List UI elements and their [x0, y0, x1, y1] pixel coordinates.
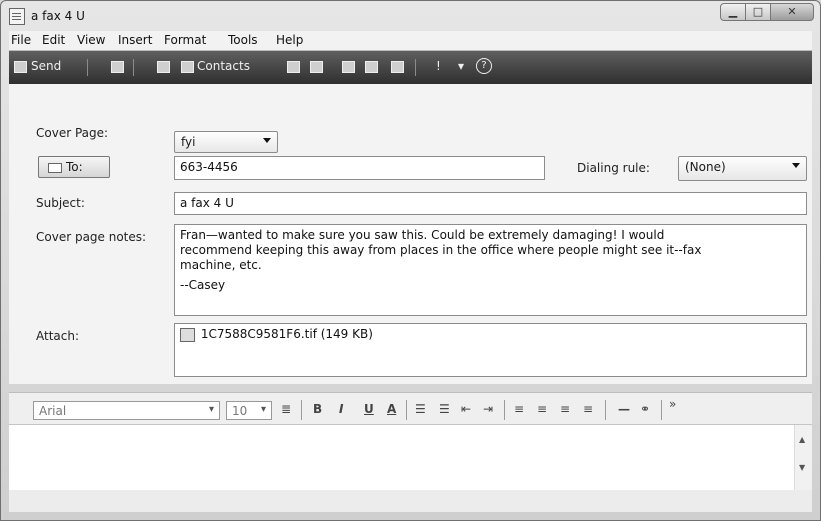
numbered-list-icon[interactable]: ☰ [415, 402, 426, 416]
align-left-icon[interactable]: ≡ [514, 402, 524, 416]
scan-icon[interactable] [310, 61, 323, 73]
send-icon [14, 61, 27, 73]
cover-page-icon[interactable] [157, 61, 170, 73]
toolbar-separator [415, 59, 416, 76]
fax-app-icon [9, 8, 25, 25]
minimize-icon: ▁ [728, 5, 738, 18]
to-button[interactable]: To: [38, 156, 110, 178]
dialing-rule-label: Dialing rule: [577, 161, 650, 175]
save-icon[interactable] [111, 61, 124, 73]
cover-page-notes-label: Cover page notes: [36, 230, 147, 244]
cover-page-notes-field[interactable]: Fran—wanted to make sure you saw this. C… [174, 224, 807, 316]
hyperlink-icon[interactable]: ⚭ [640, 402, 650, 416]
dialing-rule-value: (None) [685, 160, 726, 174]
font-size-select[interactable]: 10 ▾ [226, 401, 272, 420]
align-right-icon[interactable]: ≡ [560, 402, 570, 416]
menu-format[interactable]: Format [164, 33, 206, 47]
format-separator [661, 400, 662, 420]
send-button[interactable]: Send [31, 59, 61, 73]
increase-indent-icon[interactable]: ⇥ [483, 402, 493, 416]
toolbar-separator [133, 59, 134, 76]
fax-form: Cover Page: fyi To: 663-4456 Dialing rul… [9, 84, 812, 384]
subject-label: Subject: [36, 196, 85, 210]
menu-bar: File Edit View Insert Format Tools Help [9, 31, 812, 51]
font-name: Arial [39, 404, 67, 418]
italic-button[interactable]: I [339, 402, 343, 416]
cover-page-select[interactable]: fyi [174, 131, 278, 153]
format-toolbar: Arial ▾ 10 ▾ ≣ B I U A ☰ ☰ ⇤ ⇥ ≡ ≡ ≡ ≡ —… [9, 392, 812, 425]
menu-file[interactable]: File [11, 33, 31, 47]
attachments-box[interactable]: 1C7588C9581F6.tif (149 KB) [174, 323, 807, 377]
subject-field[interactable]: a fax 4 U [174, 192, 807, 215]
underline-button[interactable]: U [364, 402, 374, 416]
format-separator [301, 400, 302, 420]
format-separator [605, 400, 606, 420]
decrease-indent-icon[interactable]: ⇤ [461, 402, 471, 416]
menu-insert[interactable]: Insert [118, 33, 152, 47]
toolbar-separator [87, 59, 88, 76]
vertical-scrollbar[interactable]: ▲ ▼ [794, 425, 812, 491]
attachment-item[interactable]: 1C7588C9581F6.tif (149 KB) [201, 327, 373, 341]
font-select[interactable]: Arial ▾ [33, 401, 220, 420]
contact-card-icon [48, 163, 62, 173]
justify-icon[interactable]: ≡ [583, 402, 593, 416]
status-bar [9, 490, 812, 512]
notes-line: machine, etc. [180, 258, 262, 272]
to-field[interactable]: 663-4456 [174, 156, 545, 180]
align-center-icon[interactable]: ≡ [537, 402, 547, 416]
format-separator [504, 400, 505, 420]
minimize-button[interactable]: ▁ [720, 3, 746, 21]
message-body[interactable]: ▲ ▼ [9, 424, 812, 492]
maximize-icon: □ [752, 5, 764, 18]
toolbar-overflow-button[interactable]: » [669, 397, 676, 411]
contacts-icon [181, 61, 194, 73]
main-toolbar: Send Contacts ! ▾ ? [9, 51, 812, 84]
page-icon[interactable] [391, 61, 404, 73]
priority-button[interactable]: ! [436, 59, 441, 73]
notes-line: recommend keeping this away from places … [180, 243, 702, 257]
cover-page-label: Cover Page: [36, 126, 109, 140]
priority-dropdown-icon[interactable]: ▾ [458, 59, 464, 73]
bold-button[interactable]: B [313, 402, 322, 416]
to-button-label: To: [66, 160, 83, 174]
contacts-button[interactable]: Contacts [197, 59, 250, 73]
menu-tools[interactable]: Tools [228, 33, 258, 47]
attach-label: Attach: [36, 329, 80, 343]
menu-help[interactable]: Help [276, 33, 303, 47]
format-separator [406, 400, 407, 420]
chevron-down-icon: ▾ [260, 404, 266, 415]
cover-page-value: fyi [181, 135, 196, 149]
font-color-button[interactable]: A [387, 402, 396, 416]
font-size: 10 [232, 404, 248, 418]
help-button[interactable]: ? [476, 58, 492, 74]
chevron-down-icon [263, 138, 271, 143]
close-icon: ✕ [787, 5, 797, 18]
bulleted-list-icon[interactable]: ☰ [439, 402, 450, 416]
insert-picture-icon[interactable] [365, 61, 378, 73]
image-file-icon [180, 327, 195, 342]
scroll-down-icon[interactable]: ▼ [799, 463, 805, 472]
dialing-rule-select[interactable]: (None) [678, 156, 807, 181]
menu-view[interactable]: View [77, 33, 105, 47]
table-icon[interactable] [287, 61, 300, 73]
notes-line: Fran—wanted to make sure you saw this. C… [180, 228, 665, 242]
fax-window: a fax 4 U ▁ □ ✕ File Edit View Insert Fo… [0, 0, 821, 521]
attach-icon[interactable] [342, 61, 355, 73]
window-title: a fax 4 U [31, 9, 85, 23]
scroll-up-icon[interactable]: ▲ [799, 435, 805, 444]
title-bar[interactable]: a fax 4 U ▁ □ ✕ [1, 1, 820, 31]
chevron-down-icon [792, 163, 800, 168]
horizontal-line-icon[interactable]: — [618, 402, 630, 416]
notes-signature: --Casey [180, 278, 226, 292]
menu-edit[interactable]: Edit [42, 33, 65, 47]
paragraph-style-icon[interactable]: ≣ [281, 402, 291, 416]
close-button[interactable]: ✕ [770, 3, 814, 21]
chevron-down-icon: ▾ [208, 404, 214, 415]
window-controls: ▁ □ ✕ [720, 3, 814, 21]
maximize-button[interactable]: □ [745, 3, 771, 21]
